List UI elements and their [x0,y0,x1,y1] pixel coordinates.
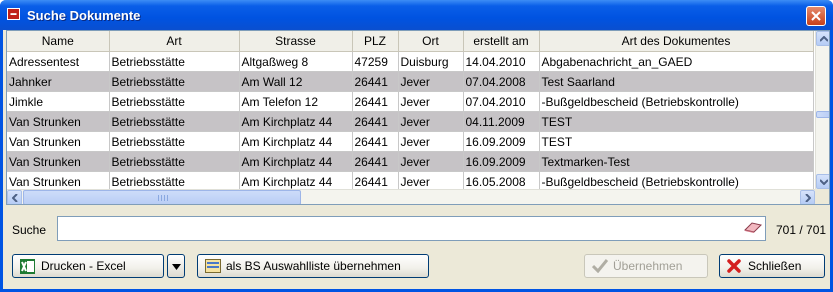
apply-label: Übernehmen [613,259,683,273]
cell-ort: Jever [398,71,464,92]
cell-ort: Jever [398,131,464,152]
bs-selection-list-label: als BS Auswahlliste übernehmen [226,259,401,273]
red-x-icon [727,259,741,273]
column-header-plz[interactable]: PLZ [352,31,399,52]
cell-strasse: Am Wall 12 [239,71,353,92]
search-label: Suche [12,223,47,237]
table-row[interactable]: Jahnker Betriebsstätte Am Wall 12 26441 … [7,71,814,92]
cell-strasse: Am Kirchplatz 44 [239,111,353,132]
cell-date: 16.09.2009 [463,131,540,152]
print-excel-label: Drucken - Excel [41,259,126,273]
cell-document-type: Textmarken-Test [539,151,814,172]
list-icon [205,259,221,273]
cell-date: 07.04.2010 [463,91,540,112]
window-close-button[interactable] [806,6,826,26]
horizontal-scrollbar[interactable] [7,189,815,204]
cell-strasse: Altgaßweg 8 [239,51,353,72]
cell-art: Betriebsstätte [109,51,240,72]
close-icon [811,11,821,21]
horizontal-scroll-thumb[interactable] [23,190,301,204]
cell-name: Adressentest [7,51,110,72]
cell-date: 07.04.2008 [463,71,540,92]
cell-ort: Jever [398,91,464,112]
cell-plz: 26441 [352,91,399,112]
excel-icon [20,259,35,274]
cell-name: Jahnker [7,71,110,92]
table-row[interactable]: Van Strunken Betriebsstätte Am Kirchplat… [7,111,814,132]
cell-art: Betriebsstätte [109,71,240,92]
column-header-art[interactable]: Art [109,31,240,52]
column-header-erstellt-am[interactable]: erstellt am [463,31,540,52]
cell-strasse: Am Telefon 12 [239,91,353,112]
cell-ort: Duisburg [398,51,464,72]
cell-strasse: Am Kirchplatz 44 [239,151,353,172]
cell-art: Betriebsstätte [109,151,240,172]
result-count: 701 / 701 [776,223,827,237]
cell-date: 04.11.2009 [463,111,540,132]
cell-ort: Jever [398,151,464,172]
app-icon: ▬ [7,8,20,20]
scroll-grip [158,195,168,201]
cell-plz: 47259 [352,51,399,72]
cell-date: 14.04.2010 [463,51,540,72]
cell-plz: 26441 [352,111,399,132]
column-header-ort[interactable]: Ort [398,31,464,52]
chevron-left-icon [12,194,18,202]
checkmark-icon [592,259,608,273]
cell-name: Van Strunken [7,131,110,152]
cell-document-type: Abgabenachricht_an_GAED [539,51,814,72]
table-row[interactable]: Van Strunken Betriebsstätte Am Kirchplat… [7,151,814,172]
print-options-dropdown[interactable] [167,254,185,278]
eraser-icon[interactable] [743,222,763,234]
vertical-scrollbar[interactable] [815,31,829,189]
scroll-left-button[interactable] [7,190,22,204]
scroll-up-button[interactable] [816,31,829,46]
cell-name: Jimkle [7,91,110,112]
print-excel-button[interactable]: Drucken - Excel [12,254,164,278]
close-label: Schließen [748,259,802,273]
dialog-window: ▬ Suche Dokumente Name Art Strasse PLZ O… [0,0,833,292]
column-header-name[interactable]: Name [7,31,110,52]
cell-ort: Jever [398,111,464,132]
scrollbar-corner [815,189,829,204]
cell-date: 16.09.2009 [463,151,540,172]
cell-document-type: Test Saarland [539,71,814,92]
cell-document-type: -Bußgeldbescheid (Betriebskontrolle) [539,91,814,112]
cell-document-type: TEST [539,111,814,132]
cell-name: Van Strunken [7,151,110,172]
table-row[interactable]: Jimkle Betriebsstätte Am Telefon 12 2644… [7,91,814,112]
chevron-up-icon [820,36,828,42]
close-button[interactable]: Schließen [719,254,825,278]
cell-art: Betriebsstätte [109,91,240,112]
title-bar[interactable]: ▬ Suche Dokumente [0,0,833,30]
apply-button[interactable]: Übernehmen [584,254,708,278]
vertical-scroll-thumb[interactable] [816,111,829,118]
cell-name: Van Strunken [7,111,110,132]
cell-document-type: TEST [539,131,814,152]
bs-selection-list-button[interactable]: als BS Auswahlliste übernehmen [197,254,429,278]
cell-plz: 26441 [352,151,399,172]
column-header-art-des-dokumentes[interactable]: Art des Dokumentes [539,31,814,52]
cell-art: Betriebsstätte [109,131,240,152]
search-input[interactable] [57,216,766,241]
cell-strasse: Am Kirchplatz 44 [239,131,353,152]
scroll-down-button[interactable] [816,174,829,189]
chevron-down-icon [820,179,828,185]
documents-table[interactable]: Name Art Strasse PLZ Ort erstellt am Art… [6,30,830,205]
table-header-row: Name Art Strasse PLZ Ort erstellt am Art… [7,31,814,52]
window-title: Suche Dokumente [27,8,141,23]
cell-art: Betriebsstätte [109,111,240,132]
table-row[interactable]: Adressentest Betriebsstätte Altgaßweg 8 … [7,51,814,72]
column-header-strasse[interactable]: Strasse [239,31,353,52]
scroll-right-button[interactable] [800,190,815,204]
chevron-down-icon [172,264,181,270]
cell-plz: 26441 [352,131,399,152]
chevron-right-icon [805,194,811,202]
table-row[interactable]: Van Strunken Betriebsstätte Am Kirchplat… [7,131,814,152]
cell-plz: 26441 [352,71,399,92]
